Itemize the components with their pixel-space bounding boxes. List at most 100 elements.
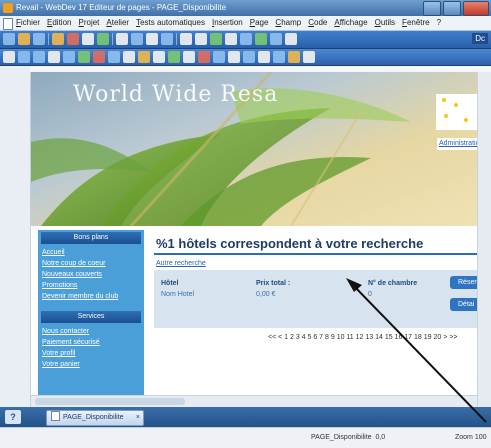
layout-icon[interactable] bbox=[243, 51, 255, 63]
hotel-name-value: Nom Hotel bbox=[161, 291, 195, 298]
link-profil[interactable]: Votre profil bbox=[42, 348, 140, 359]
menu-page[interactable]: Page bbox=[250, 16, 269, 30]
hotel-label: Hôtel bbox=[161, 280, 179, 287]
heading-underline bbox=[154, 253, 491, 255]
menu-help[interactable]: ? bbox=[437, 16, 441, 30]
status-page-name: PAGE_Disponibilite bbox=[311, 434, 372, 441]
cell-icon[interactable] bbox=[273, 51, 285, 63]
user-icon[interactable] bbox=[168, 51, 180, 63]
edit-icon[interactable] bbox=[78, 51, 90, 63]
cut-icon[interactable] bbox=[116, 33, 128, 45]
menu-edition[interactable]: Edition bbox=[47, 16, 71, 30]
open-icon[interactable] bbox=[18, 33, 30, 45]
go-icon[interactable] bbox=[97, 33, 109, 45]
menu-champ[interactable]: Champ bbox=[275, 16, 301, 30]
link-icon[interactable] bbox=[108, 51, 120, 63]
window-controls bbox=[423, 1, 489, 16]
color-icon[interactable] bbox=[93, 51, 105, 63]
paste-icon[interactable] bbox=[146, 33, 158, 45]
undo-icon[interactable] bbox=[180, 33, 192, 45]
link-accueil[interactable]: Accueil bbox=[42, 247, 140, 258]
scrollbar-thumb[interactable] bbox=[35, 398, 185, 405]
stars-icon bbox=[442, 98, 468, 122]
rooms-value: 0 bbox=[368, 291, 372, 298]
vertical-scrollbar[interactable] bbox=[477, 72, 491, 407]
price-value: 0,00 € bbox=[256, 291, 276, 298]
menu-fichier[interactable]: Fichier bbox=[16, 16, 40, 30]
copy-icon[interactable] bbox=[131, 33, 143, 45]
menu-insertion[interactable]: Insertion bbox=[212, 16, 243, 30]
maximize-button[interactable] bbox=[443, 1, 461, 16]
hotel-result-row: Hôtel Prix total : N° de chambre Nom Hot… bbox=[154, 270, 491, 328]
menu-outils[interactable]: Outils bbox=[375, 16, 395, 30]
image-icon[interactable] bbox=[33, 51, 45, 63]
document-icon bbox=[3, 18, 13, 30]
link-promotions[interactable]: Promotions bbox=[42, 280, 140, 291]
camera-icon[interactable] bbox=[18, 51, 30, 63]
app-icon bbox=[3, 3, 13, 13]
circle-icon[interactable] bbox=[183, 51, 195, 63]
menu-bar: Fichier Edition Projet Atelier Tests aut… bbox=[0, 16, 491, 31]
menu-tests[interactable]: Tests automatiques bbox=[136, 16, 205, 30]
deploy-icon[interactable] bbox=[255, 33, 267, 45]
menu-code[interactable]: Code bbox=[308, 16, 327, 30]
toolbar-separator bbox=[176, 33, 177, 45]
new-icon[interactable] bbox=[3, 33, 15, 45]
document-tab-label: PAGE_Disponibilite bbox=[63, 414, 124, 421]
pencil-icon[interactable] bbox=[161, 33, 173, 45]
link-panier[interactable]: Votre panier bbox=[42, 359, 140, 370]
more-icon[interactable] bbox=[285, 33, 297, 45]
link-coup-de-coeur[interactable]: Notre coup de coeur bbox=[42, 258, 140, 269]
menu-affichage[interactable]: Affichage bbox=[334, 16, 367, 30]
record-icon[interactable] bbox=[198, 51, 210, 63]
arrows-icon[interactable] bbox=[153, 51, 165, 63]
bons-plans-links: Accueil Notre coup de coeur Nouveaux cou… bbox=[38, 244, 144, 305]
text-icon[interactable] bbox=[123, 51, 135, 63]
link-devenir-membre[interactable]: Devenir membre du club bbox=[42, 291, 140, 302]
window-icon[interactable] bbox=[240, 33, 252, 45]
link-contact[interactable]: Nous contacter bbox=[42, 326, 140, 337]
style-icon[interactable] bbox=[288, 51, 300, 63]
zone-icon[interactable] bbox=[258, 51, 270, 63]
redo-icon[interactable] bbox=[195, 33, 207, 45]
list-icon[interactable] bbox=[213, 51, 225, 63]
table-icon[interactable] bbox=[48, 51, 60, 63]
align-icon[interactable] bbox=[228, 51, 240, 63]
link-paiement[interactable]: Paiement sécurisé bbox=[42, 337, 140, 348]
wizard-icon[interactable] bbox=[270, 33, 282, 45]
horizontal-scrollbar[interactable] bbox=[31, 395, 477, 407]
sidebar: Bons plans Accueil Notre coup de coeur N… bbox=[38, 230, 144, 405]
puzzle-icon[interactable] bbox=[210, 33, 222, 45]
minimize-button[interactable] bbox=[423, 1, 441, 16]
header-banner-image: World Wide Resa Bi Administration bbox=[31, 72, 491, 226]
close-tab-icon[interactable]: × bbox=[136, 411, 140, 425]
bons-plans-header: Bons plans bbox=[41, 232, 141, 244]
debug-icon[interactable] bbox=[67, 33, 79, 45]
close-button[interactable] bbox=[463, 1, 489, 16]
calendar-icon[interactable] bbox=[138, 51, 150, 63]
field-icon[interactable] bbox=[63, 51, 75, 63]
document-tab[interactable]: PAGE_Disponibilite × bbox=[46, 410, 144, 426]
monitor-icon[interactable] bbox=[3, 51, 15, 63]
services-links: Nous contacter Paiement sécurisé Votre p… bbox=[38, 323, 144, 373]
menu-fenetre[interactable]: Fenêtre bbox=[402, 16, 430, 30]
options-icon[interactable] bbox=[303, 51, 315, 63]
other-search-link[interactable]: Autre recherche bbox=[156, 260, 206, 267]
site-title: World Wide Resa bbox=[73, 82, 279, 107]
save-icon[interactable] bbox=[33, 33, 45, 45]
document-tabs-bar: ? PAGE_Disponibilite × bbox=[0, 407, 491, 427]
project-icon[interactable] bbox=[52, 33, 64, 45]
results-heading: %1 hôtels correspondent à votre recherch… bbox=[156, 236, 424, 251]
pagination[interactable]: << < 1 2 3 4 5 6 7 8 9 10 11 12 13 14 15… bbox=[268, 334, 457, 341]
main-toolbar: Dc bbox=[0, 31, 491, 49]
toolbar-dropdown[interactable]: Dc bbox=[472, 33, 488, 44]
menu-atelier[interactable]: Atelier bbox=[106, 16, 129, 30]
help-button[interactable]: ? bbox=[5, 410, 21, 424]
toolbar-separator bbox=[48, 33, 49, 45]
find-icon[interactable] bbox=[225, 33, 237, 45]
menu-projet[interactable]: Projet bbox=[78, 16, 99, 30]
grid-icon[interactable] bbox=[82, 33, 94, 45]
link-nouveaux[interactable]: Nouveaux couverts bbox=[42, 269, 140, 280]
toolbar-separator bbox=[112, 33, 113, 45]
page-editor-canvas[interactable]: World Wide Resa Bi Administration Bons p… bbox=[0, 66, 491, 407]
